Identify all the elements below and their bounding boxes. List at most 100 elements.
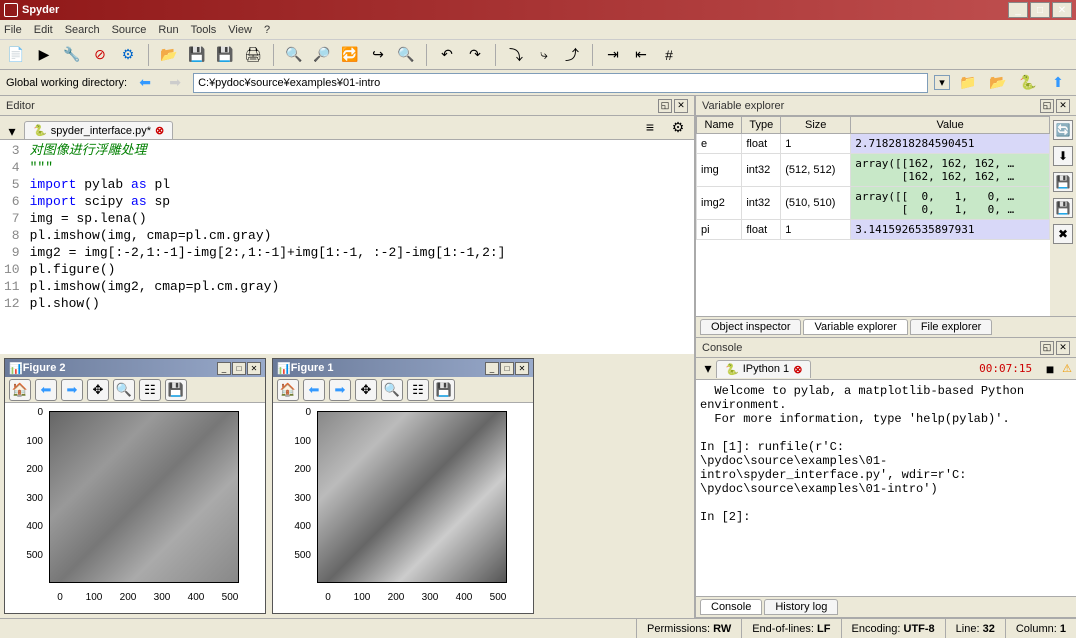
menu-source[interactable]: Source (112, 24, 147, 36)
console-output[interactable]: Welcome to pylab, a matplotlib-based Pyt… (696, 380, 1076, 596)
figure-window[interactable]: 📊Figure 1_□✕ 🏠 ⬅ ➡ ✥ 🔍 ☷ 💾 0100200300400… (272, 358, 534, 614)
wd-input[interactable] (193, 73, 928, 93)
menu-edit[interactable]: Edit (34, 24, 53, 36)
maximize-button[interactable]: □ (1030, 2, 1050, 18)
print-icon[interactable]: 🖨 (241, 43, 265, 67)
run-icon[interactable]: ▶ (32, 43, 56, 67)
open-icon[interactable]: 📂 (157, 43, 181, 67)
variable-row[interactable]: pifloat13.1415926535897931 (697, 220, 1050, 240)
new-file-icon[interactable]: 📄 (4, 43, 28, 67)
outline-icon[interactable]: ≡ (638, 115, 662, 139)
saveall-icon[interactable]: 💾 (1053, 198, 1073, 218)
minimize-button[interactable]: _ (217, 362, 231, 375)
close-button[interactable]: ✕ (247, 362, 261, 375)
undock-icon[interactable]: ◱ (658, 99, 672, 113)
close-button[interactable]: ✕ (515, 362, 529, 375)
tab-object-inspector[interactable]: Object inspector (700, 319, 801, 335)
plot-canvas[interactable]: 0100200300400500 0100200300400500 (273, 403, 533, 613)
replace-icon[interactable]: 🔁 (338, 43, 362, 67)
back-icon[interactable]: ⬅ (133, 71, 157, 95)
menu-run[interactable]: Run (158, 24, 178, 36)
figure-window[interactable]: 📊Figure 2_□✕ 🏠 ⬅ ➡ ✥ 🔍 ☷ 💾 0100200300400… (4, 358, 266, 614)
findnext-icon[interactable]: 🔎 (310, 43, 334, 67)
save-icon[interactable]: 💾 (433, 379, 455, 401)
variable-row[interactable]: imgint32(512, 512)array([[162, 162, 162,… (697, 154, 1050, 187)
forward-icon[interactable]: ➡ (163, 71, 187, 95)
subplot-icon[interactable]: ☷ (407, 379, 429, 401)
plot-canvas[interactable]: 0100200300400500 0100200300400500 (5, 403, 265, 613)
menu-view[interactable]: View (228, 24, 252, 36)
browse-icon[interactable]: 📁 (956, 71, 980, 95)
tab-history-log[interactable]: History log (764, 599, 838, 615)
saveall-icon[interactable]: 💾 (213, 43, 237, 67)
tab-close-icon[interactable]: ⊗ (793, 363, 802, 376)
tab-close-icon[interactable]: ⊗ (155, 124, 164, 137)
tab-list-icon[interactable]: ▾ (700, 361, 716, 377)
goto-icon[interactable]: ↪ (366, 43, 390, 67)
python-icon[interactable]: 🐍 (1016, 71, 1040, 95)
wd-dropdown-icon[interactable]: ▾ (934, 75, 950, 90)
redo-icon[interactable]: ↷ (463, 43, 487, 67)
find-icon[interactable]: 🔍 (282, 43, 306, 67)
home-icon[interactable]: 🏠 (277, 379, 299, 401)
stepin-icon[interactable]: ⤷ (532, 43, 556, 67)
options-icon[interactable]: ⚙ (666, 115, 690, 139)
col-header[interactable]: Size (781, 117, 851, 134)
variable-row[interactable]: img2int32(510, 510)array([[ 0, 1, 0, … [… (697, 187, 1050, 220)
pan-icon[interactable]: ✥ (355, 379, 377, 401)
stepover-icon[interactable]: ⤵ (504, 43, 528, 67)
import-icon[interactable]: ⬇ (1053, 146, 1073, 166)
forward-icon[interactable]: ➡ (61, 379, 83, 401)
tab-variable-explorer[interactable]: Variable explorer (803, 319, 907, 335)
menu-file[interactable]: File (4, 24, 22, 36)
refresh-icon[interactable]: 🔄 (1053, 120, 1073, 140)
zoom-icon[interactable]: 🔍 (113, 379, 135, 401)
menu-search[interactable]: Search (65, 24, 100, 36)
save-icon[interactable]: 💾 (1053, 172, 1073, 192)
config-icon[interactable]: ⚙ (116, 43, 140, 67)
save-icon[interactable]: 💾 (185, 43, 209, 67)
maximize-button[interactable]: □ (500, 362, 514, 375)
parent-icon[interactable]: 📂 (986, 71, 1010, 95)
close-pane-icon[interactable]: ✕ (1056, 341, 1070, 355)
menu-?[interactable]: ? (264, 24, 270, 36)
debug-icon[interactable]: 🔧 (60, 43, 84, 67)
tab-list-icon[interactable]: ▾ (4, 123, 20, 139)
dedent-icon[interactable]: ⇤ (629, 43, 653, 67)
back-icon[interactable]: ⬅ (303, 379, 325, 401)
maximize-button[interactable]: □ (232, 362, 246, 375)
minimize-button[interactable]: _ (485, 362, 499, 375)
delete-icon[interactable]: ✖ (1053, 224, 1073, 244)
undock-icon[interactable]: ◱ (1040, 341, 1054, 355)
forward-icon[interactable]: ➡ (329, 379, 351, 401)
back-icon[interactable]: ⬅ (35, 379, 57, 401)
minimize-button[interactable]: _ (1008, 2, 1028, 18)
close-button[interactable]: ✕ (1052, 2, 1072, 18)
comment-icon[interactable]: # (657, 43, 681, 67)
zoom-icon[interactable]: 🔍 (381, 379, 403, 401)
interrupt-icon[interactable]: ■ (1038, 357, 1062, 381)
console-tab[interactable]: 🐍 IPython 1 ⊗ (716, 360, 811, 378)
save-icon[interactable]: 💾 (165, 379, 187, 401)
tab-file-explorer[interactable]: File explorer (910, 319, 993, 335)
code-editor[interactable]: 3456789101112 对图像进行浮雕处理"""import pylab a… (0, 140, 694, 354)
home-icon[interactable]: 🏠 (9, 379, 31, 401)
col-header[interactable]: Value (851, 117, 1050, 134)
close-pane-icon[interactable]: ✕ (1056, 99, 1070, 113)
undo-icon[interactable]: ↶ (435, 43, 459, 67)
col-header[interactable]: Type (742, 117, 781, 134)
tab-file[interactable]: 🐍 spyder_interface.py* ⊗ (24, 121, 173, 139)
undock-icon[interactable]: ◱ (1040, 99, 1054, 113)
tab-console[interactable]: Console (700, 599, 762, 615)
stepout-icon[interactable]: ⤴ (560, 43, 584, 67)
stop-icon[interactable]: ⊘ (88, 43, 112, 67)
up-icon[interactable]: ⬆ (1046, 71, 1070, 95)
menu-tools[interactable]: Tools (191, 24, 217, 36)
close-pane-icon[interactable]: ✕ (674, 99, 688, 113)
subplot-icon[interactable]: ☷ (139, 379, 161, 401)
indent-icon[interactable]: ⇥ (601, 43, 625, 67)
findfiles-icon[interactable]: 🔍 (394, 43, 418, 67)
variable-row[interactable]: efloat12.7182818284590451 (697, 134, 1050, 154)
col-header[interactable]: Name (697, 117, 742, 134)
variable-table[interactable]: NameTypeSizeValueefloat12.71828182845904… (696, 116, 1050, 316)
